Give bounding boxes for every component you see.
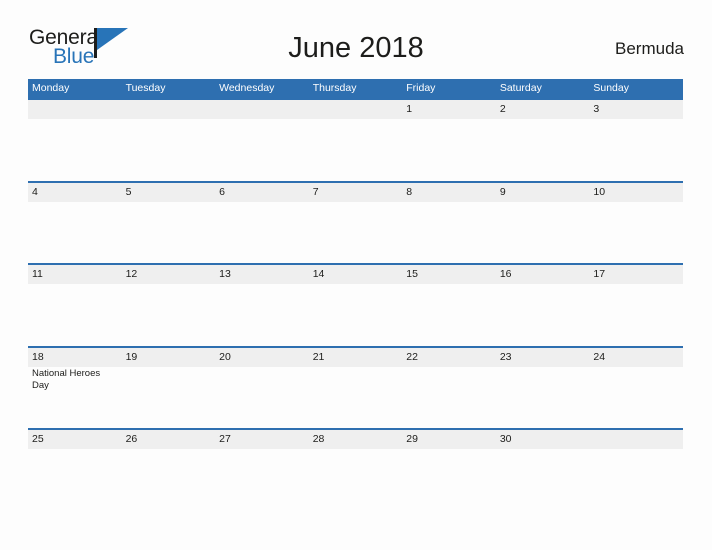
day-cell[interactable]	[589, 430, 683, 511]
day-number: 7	[312, 185, 319, 198]
day-number: 22	[406, 350, 418, 363]
day-cell[interactable]: 29	[402, 430, 496, 511]
calendar-week-row: 11 12 13 14 15 16 17	[28, 263, 683, 346]
day-number: 4	[32, 185, 38, 198]
weekday-header-sunday: Sunday	[593, 82, 629, 94]
day-cell[interactable]	[309, 100, 403, 181]
day-cell[interactable]	[28, 100, 122, 181]
calendar-grid: Monday Tuesday Wednesday Thursday Friday…	[28, 79, 683, 511]
weekday-header-monday: Monday	[32, 82, 70, 94]
day-number: 25	[32, 433, 44, 445]
day-cell[interactable]: 26	[122, 430, 216, 511]
day-number: 23	[499, 350, 512, 363]
day-cell[interactable]: 11	[28, 265, 122, 346]
day-number: 18	[32, 350, 44, 363]
day-number: 21	[312, 350, 325, 363]
weekday-header-saturday: Saturday	[499, 82, 542, 94]
day-cell[interactable]: 13	[215, 265, 309, 346]
weekday-header-wednesday: Wednesday	[219, 82, 275, 94]
day-cell[interactable]: 27	[215, 430, 309, 511]
day-number: 15	[406, 268, 418, 280]
day-cell[interactable]: 14	[309, 265, 403, 346]
day-number: 28	[312, 433, 325, 445]
day-cell[interactable]: 28	[309, 430, 403, 511]
day-cell[interactable]: 22	[402, 348, 496, 429]
day-cell[interactable]: 25	[28, 430, 122, 511]
day-number: 12	[125, 268, 138, 280]
weekday-header-friday: Friday	[406, 82, 436, 94]
day-cell[interactable]: 8	[402, 183, 496, 264]
page-title: June 2018	[288, 32, 424, 64]
day-cell[interactable]: 18 National Heroes Day	[28, 348, 122, 429]
day-cell[interactable]: 16	[496, 265, 590, 346]
day-number: 9	[499, 185, 506, 198]
calendar-week-row: 25 26 27 28 29 30	[28, 428, 683, 511]
calendar-page: General Blue June 2018 Bermuda Monday Tu…	[0, 0, 712, 550]
weekday-header-thursday: Thursday	[312, 82, 357, 94]
day-cell[interactable]: 24	[589, 348, 683, 429]
day-cell[interactable]: 1	[402, 100, 496, 181]
day-cell[interactable]: 30	[496, 430, 590, 511]
day-number: 17	[593, 268, 606, 280]
day-cell[interactable]: 15	[402, 265, 496, 346]
weekday-header-row: Monday Tuesday Wednesday Thursday Friday…	[28, 79, 683, 98]
day-cell[interactable]: 23	[496, 348, 590, 429]
day-cell[interactable]: 12	[122, 265, 216, 346]
day-number: 26	[125, 433, 138, 445]
day-number: 8	[406, 185, 413, 198]
day-number: 14	[312, 268, 325, 280]
day-number: 5	[125, 185, 132, 198]
day-cell[interactable]: 9	[496, 183, 590, 264]
day-cell[interactable]: 2	[496, 100, 590, 181]
day-number: 30	[499, 433, 512, 445]
day-cell[interactable]: 3	[589, 100, 683, 181]
day-cell[interactable]: 10	[589, 183, 683, 264]
day-number: 2	[499, 103, 506, 115]
day-cell[interactable]: 20	[215, 348, 309, 429]
day-number: 11	[32, 268, 43, 280]
day-cell[interactable]: 19	[122, 348, 216, 429]
day-cell[interactable]: 21	[309, 348, 403, 429]
day-event-label: National Heroes Day	[32, 367, 101, 391]
day-number: 24	[593, 350, 606, 363]
day-number: 6	[219, 185, 225, 198]
day-number: 20	[219, 350, 231, 363]
weekday-header-tuesday: Tuesday	[125, 82, 166, 94]
day-number: 3	[593, 103, 600, 115]
day-cell[interactable]: 7	[309, 183, 403, 264]
day-number: 29	[406, 433, 418, 445]
day-cell[interactable]	[215, 100, 309, 181]
day-number: 13	[219, 268, 231, 280]
day-number: 16	[499, 268, 512, 280]
day-number: 1	[406, 103, 413, 115]
day-number: 19	[125, 350, 138, 363]
day-cell[interactable]: 17	[589, 265, 683, 346]
calendar-week-row: 1 2 3	[28, 98, 683, 181]
day-cell[interactable]	[122, 100, 216, 181]
locale-label: Bermuda	[615, 39, 684, 58]
calendar-week-row: 18 National Heroes Day 19 20 21 22 23 24	[28, 345, 683, 429]
calendar-week-row: 4 5 6 7 8 9 10	[28, 180, 683, 264]
day-number: 10	[593, 185, 606, 198]
page-header: General Blue June 2018 Bermuda	[28, 26, 684, 72]
day-number: 27	[219, 433, 231, 445]
day-cell[interactable]: 6	[215, 183, 309, 264]
day-cell[interactable]: 4	[28, 183, 122, 264]
day-cell[interactable]: 5	[122, 183, 216, 264]
